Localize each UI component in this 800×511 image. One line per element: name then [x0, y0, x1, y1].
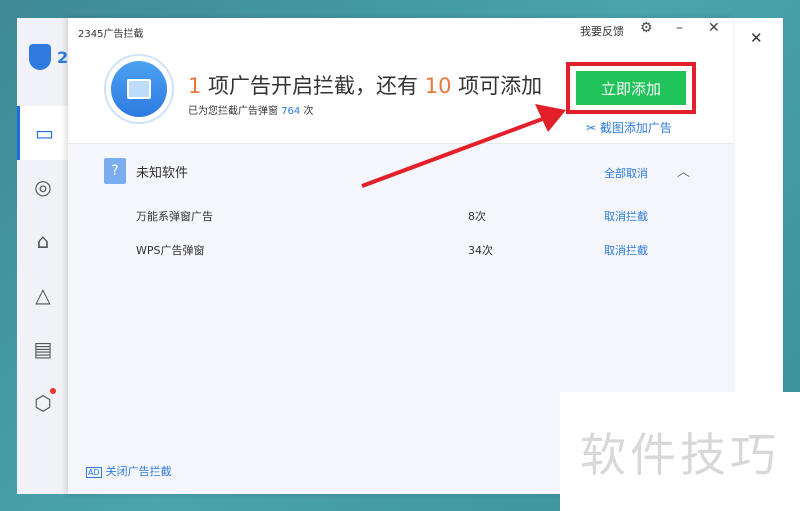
- watermark: 软件技巧: [560, 392, 800, 511]
